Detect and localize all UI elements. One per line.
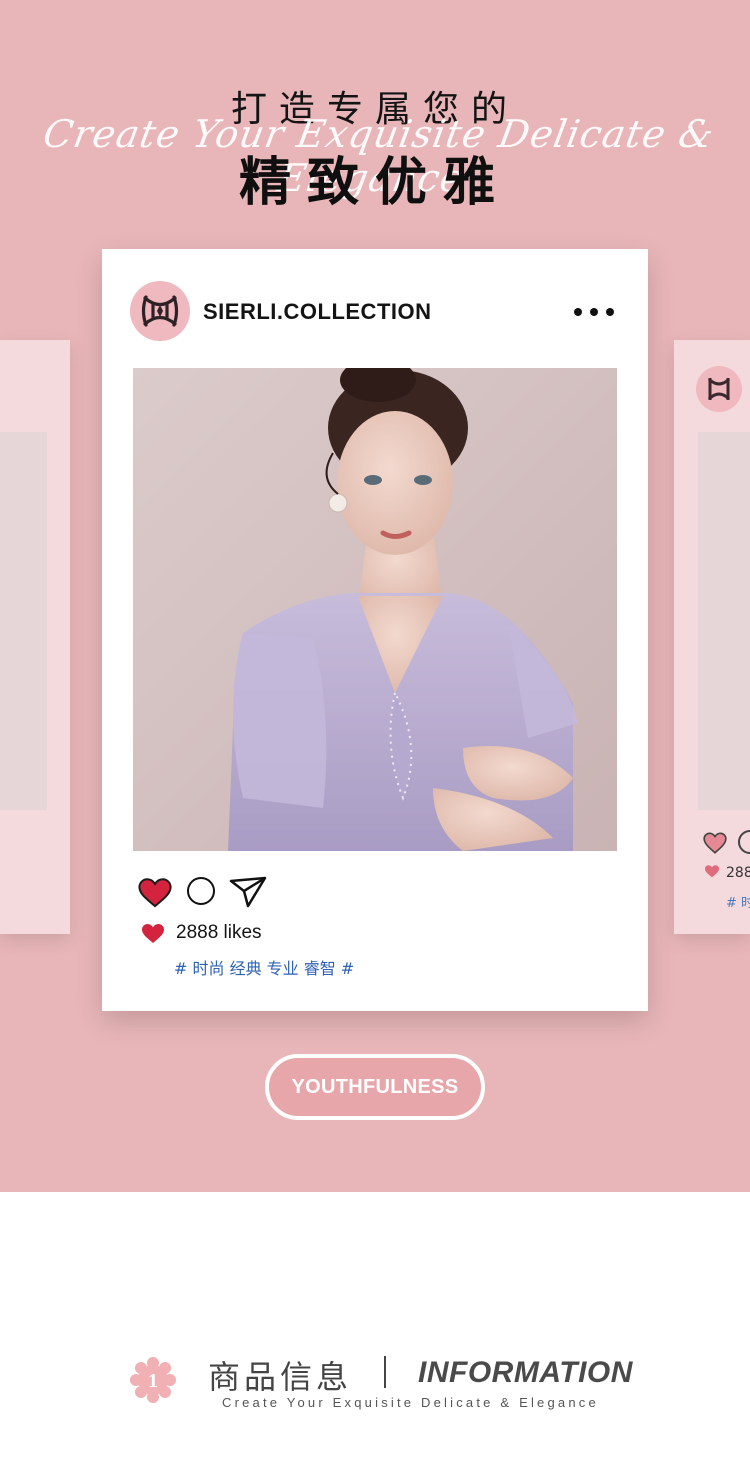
side-card-right: 288 # 时 bbox=[674, 340, 750, 934]
hashtags[interactable]: # 时尚 经典 专业 睿智 # bbox=[174, 955, 354, 979]
info-divider bbox=[384, 1356, 386, 1388]
info-title-en: INFORMATION bbox=[418, 1356, 633, 1389]
product-photo bbox=[133, 368, 617, 851]
info-title-cn: 商品信息 bbox=[208, 1358, 353, 1396]
side-card-logo-icon bbox=[696, 366, 742, 412]
side-card-likes-text: 288 bbox=[726, 865, 750, 881]
headline-main: 精致优雅 bbox=[238, 153, 511, 213]
brand-name[interactable]: SIERLI.COLLECTION bbox=[203, 299, 432, 325]
side-card-hashtag: # 时 bbox=[726, 896, 750, 911]
likes-heart-icon bbox=[142, 924, 164, 943]
info-subtitle: Create Your Exquisite Delicate & Eleganc… bbox=[222, 1395, 599, 1410]
hero-section: 打造专属您的 Create Your Exquisite Delicate & … bbox=[0, 0, 750, 1192]
likes-count[interactable]: 2888 likes bbox=[176, 922, 262, 944]
youthfulness-button[interactable]: YOUTHFULNESS bbox=[265, 1054, 485, 1120]
side-card-comment-icon bbox=[738, 830, 750, 854]
side-card-left bbox=[0, 340, 70, 934]
side-card-left-image bbox=[0, 432, 47, 810]
brand-logo-icon[interactable] bbox=[130, 281, 190, 341]
side-card-right-image bbox=[698, 432, 750, 810]
flower-badge-number: 1 bbox=[148, 1370, 158, 1392]
share-icon[interactable] bbox=[228, 875, 268, 909]
post-card: SIERLI.COLLECTION 2888 likes # 时尚 经典 专业 … bbox=[102, 249, 648, 1011]
side-card-heart-icon bbox=[703, 832, 727, 854]
side-card-likes-heart-icon bbox=[705, 865, 719, 878]
heart-icon[interactable] bbox=[138, 875, 172, 909]
side-card-likes: 288 bbox=[704, 864, 750, 881]
more-options-icon[interactable] bbox=[574, 303, 614, 321]
comment-icon[interactable] bbox=[187, 877, 215, 905]
flower-badge-icon: 1 bbox=[130, 1357, 176, 1403]
